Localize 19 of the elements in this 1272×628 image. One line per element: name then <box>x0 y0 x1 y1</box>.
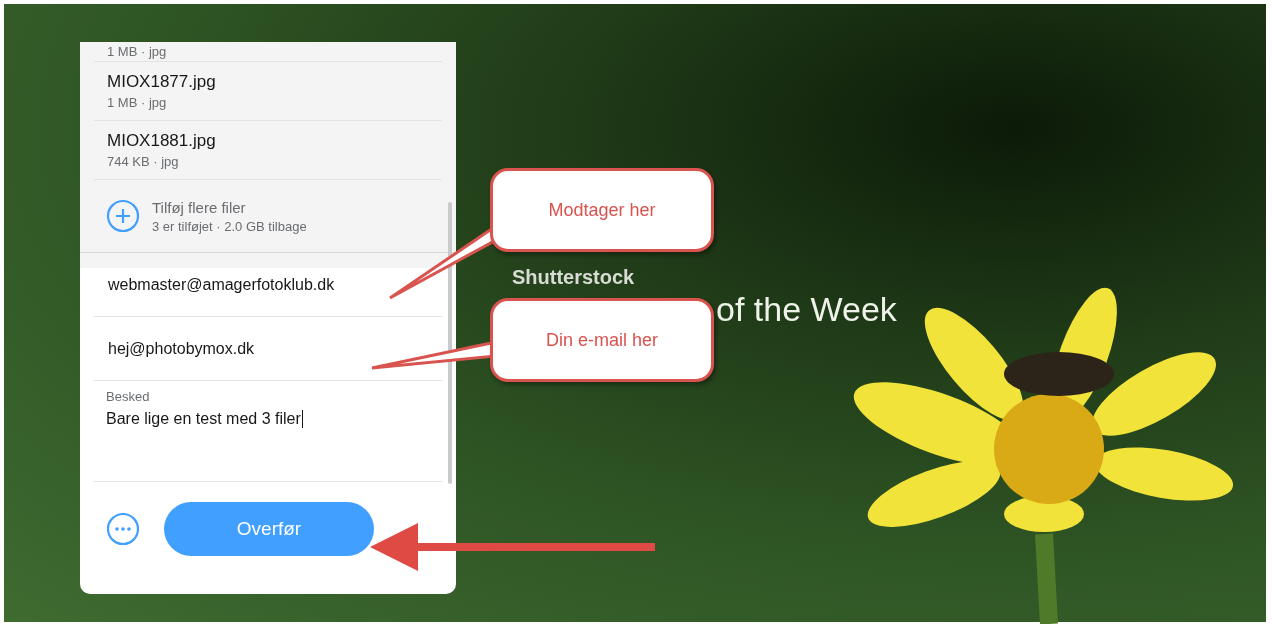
plus-circle-icon <box>106 199 140 233</box>
files-added-info: 3 er tilføjet · 2.0 GB tilbage <box>152 218 307 234</box>
message-field[interactable]: Besked Bare lige en test med 3 filer <box>94 381 442 482</box>
file-meta: 1 MB · jpg <box>107 95 168 110</box>
file-meta: 1 MB · jpg <box>107 44 168 59</box>
logo-text: Shutterstock <box>512 266 635 289</box>
more-options-icon[interactable] <box>106 512 140 546</box>
file-name: MIOX1877.jpg <box>107 72 217 92</box>
sender-email-text: hej@photobymox.dk <box>108 339 255 358</box>
headline-text: of the Week <box>716 290 897 329</box>
callout-bubble: Modtager her <box>490 168 714 252</box>
scrollbar[interactable] <box>448 202 452 484</box>
message-label: Besked <box>106 389 150 404</box>
file-name: MIOX1881.jpg <box>107 131 217 151</box>
callout-bubble: Din e-mail her <box>490 298 714 382</box>
message-text: Bare lige en test med 3 filer <box>106 410 303 428</box>
file-meta: 744 KB · jpg <box>107 154 180 169</box>
add-files-label: Tilføj flere filer <box>152 198 247 216</box>
recipient-email-text: webmaster@amagerfotoklub.dk <box>108 275 335 294</box>
